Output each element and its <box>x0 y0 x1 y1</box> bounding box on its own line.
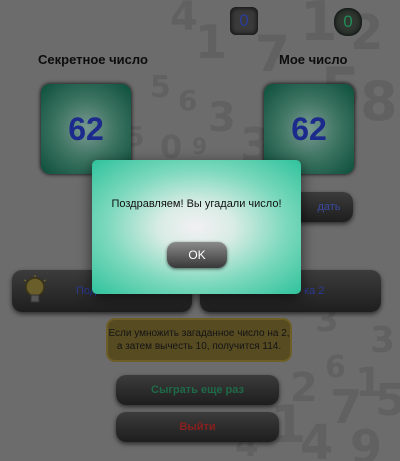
play-again-button[interactable]: Сыграть еще раз <box>116 375 279 405</box>
ok-button[interactable]: OK <box>167 242 227 268</box>
hint-line-1: Если умножить загаданное число на 2, <box>108 328 290 339</box>
exit-button[interactable]: Выйти <box>116 412 279 442</box>
hint-text-box: Если умножить загаданное число на 2, а з… <box>106 318 292 362</box>
my-number-label: Мое число <box>279 52 348 67</box>
attempts-counter: 0 <box>230 7 258 35</box>
secret-number-label: Секретное число <box>38 52 148 67</box>
hint-line-2: а затем вычесть 10, получится 114. <box>116 341 282 352</box>
dialog-message: Поздравляем! Вы угадали число! <box>111 198 282 210</box>
lightbulb-icon <box>23 275 47 303</box>
hint-button-2-label: ка 2 <box>304 285 325 297</box>
success-dialog: Поздравляем! Вы угадали число! OK <box>92 160 301 294</box>
score-counter: 0 <box>334 8 362 36</box>
